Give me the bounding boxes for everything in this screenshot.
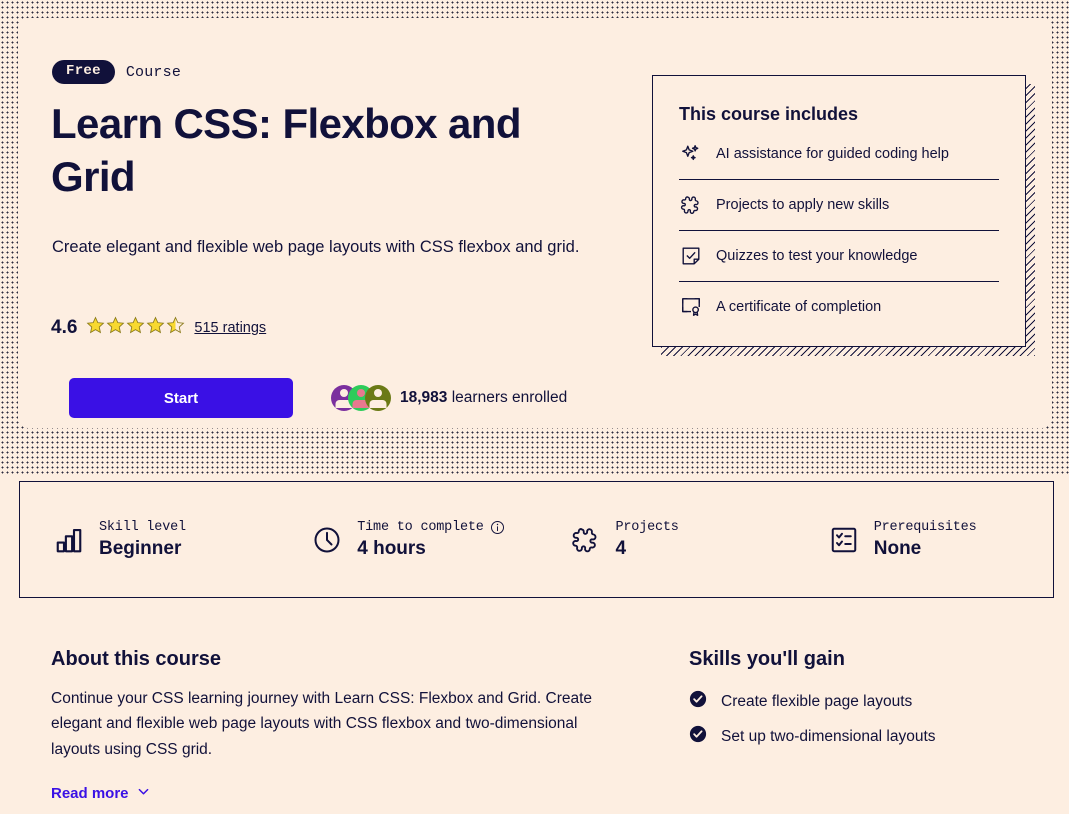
stat-label: Projects [615, 519, 679, 535]
rating-value: 4.6 [51, 317, 78, 338]
includes-item-label: A certificate of completion [716, 299, 882, 315]
skill-label: Set up two-dimensional layouts [721, 727, 936, 745]
stat-prerequisites: Prerequisites None [795, 520, 1053, 560]
list-item: Quizzes to test your knowledge [679, 231, 999, 282]
stat-label: Prerequisites [873, 519, 977, 535]
skills-you-will-gain-section: Skills you'll gain Create flexible page … [689, 648, 1019, 754]
course-includes-wrapper: This course includes AI assistance for g… [652, 75, 1035, 356]
star-icon-1 [86, 316, 105, 340]
stat-projects: Projects 4 [537, 520, 795, 560]
skill-label: Create flexible page layouts [721, 692, 913, 710]
enrolled-text: 18,983 learners enrolled [400, 389, 567, 407]
list-item: AI assistance for guided coding help [679, 129, 999, 180]
stat-value: Beginner [99, 537, 182, 559]
includes-title: This course includes [679, 104, 859, 124]
star-icon-4 [146, 316, 165, 340]
learner-avatar-group [331, 385, 391, 411]
check-circle-icon [689, 690, 707, 713]
includes-item-label: Quizzes to test your knowledge [716, 248, 918, 264]
puzzle-piece-icon [570, 524, 602, 556]
stat-time-to-complete: Time to complete 4 hours [278, 520, 536, 560]
info-icon[interactable] [490, 520, 505, 535]
about-body: Continue your CSS learning journey with … [51, 690, 593, 758]
star-icon-2 [106, 316, 125, 340]
read-more-toggle[interactable]: Read more [51, 784, 151, 803]
list-item: A certificate of completion [679, 282, 999, 332]
start-button[interactable]: Start [69, 378, 293, 418]
certificate-icon [679, 295, 703, 319]
clock-icon [311, 524, 343, 556]
checklist-icon [828, 524, 860, 556]
free-badge: Free [52, 60, 115, 85]
quiz-checkmark-icon [679, 244, 703, 268]
skills-title: Skills you'll gain [689, 648, 845, 670]
rating-row: 4.6 515 ratings [51, 316, 266, 340]
course-badge-row: Free Course [52, 60, 182, 85]
list-item: Set up two-dimensional layouts [689, 719, 1019, 754]
about-title: About this course [51, 648, 222, 670]
includes-item-label: AI assistance for guided coding help [716, 146, 949, 162]
ratings-count-link[interactable]: 515 ratings [194, 320, 266, 336]
star-icon-3 [126, 316, 145, 340]
read-more-label: Read more [51, 784, 129, 802]
course-type-label: Course [125, 63, 182, 81]
page-title: Learn CSS: Flexbox and Grid [51, 100, 522, 200]
stat-label: Skill level [99, 519, 186, 535]
about-this-course-section: About this course Continue your CSS lear… [51, 648, 611, 803]
stat-value: 4 [615, 537, 627, 559]
enrolled-suffix: learners enrolled [447, 389, 568, 406]
course-stats-bar: Skill level Beginner Time to complete 4 … [19, 481, 1054, 598]
course-description: Create elegant and flexible web page lay… [52, 238, 580, 256]
check-circle-icon [689, 725, 707, 748]
includes-item-label: Projects to apply new skills [716, 197, 890, 213]
stat-skill-level: Skill level Beginner [20, 520, 278, 560]
star-rating [86, 316, 185, 340]
list-item: Projects to apply new skills [679, 180, 999, 231]
learner-avatar-olive [365, 385, 391, 411]
learners-enrolled: 18,983 learners enrolled [331, 385, 567, 411]
bar-chart-icon [53, 524, 85, 556]
stat-label: Time to complete [357, 520, 504, 535]
course-includes-card: This course includes AI assistance for g… [652, 75, 1026, 347]
course-hero-card: Free Course Learn CSS: Flexbox and Grid … [18, 18, 1052, 428]
includes-list: AI assistance for guided coding help Pro… [679, 129, 999, 332]
sparkles-icon [679, 142, 703, 166]
enrolled-count: 18,983 [400, 389, 448, 406]
chevron-down-icon [136, 784, 151, 803]
stat-value: 4 hours [357, 537, 426, 559]
star-icon-5-half [166, 316, 185, 340]
stat-value: None [873, 537, 922, 559]
list-item: Create flexible page layouts [689, 684, 1019, 719]
puzzle-piece-icon [679, 193, 703, 217]
